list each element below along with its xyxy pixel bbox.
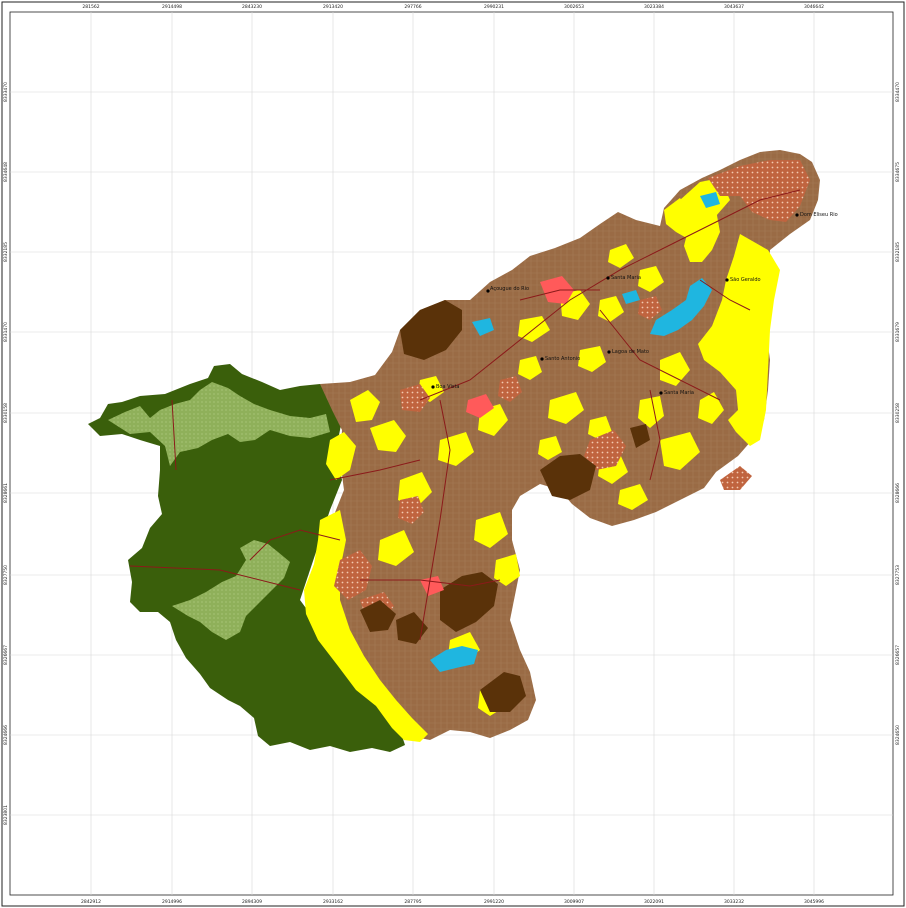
tick-label: 8328661 <box>3 483 9 503</box>
tick-label: 8324666 <box>3 725 9 745</box>
place-marker: Santa Maria <box>606 275 641 281</box>
place-marker: Lagoa de Mato <box>607 349 649 355</box>
tick-label: 8334648 <box>3 162 9 182</box>
tick-label: 2894309 <box>242 899 262 905</box>
place-label: Boa Vista <box>436 384 459 390</box>
tick-label: 8326667 <box>3 645 9 665</box>
place-marker: Boa Vista <box>431 384 459 390</box>
tick-label: 2990231 <box>484 4 504 10</box>
right-tick-labels: 8334470 8334675 8332185 8331679 8330258 … <box>895 82 901 745</box>
tick-label: 3002653 <box>564 4 584 10</box>
tick-label: 8323801 <box>3 805 9 825</box>
tick-label: 8328666 <box>895 483 901 503</box>
place-marker: Santo Antonio <box>540 356 580 362</box>
tick-label: 3046642 <box>804 4 824 10</box>
tick-label: 8327753 <box>895 565 901 585</box>
place-marker: Santa Maria <box>659 390 694 396</box>
tick-label: 2842912 <box>81 899 101 905</box>
tick-label: 8334675 <box>895 162 901 182</box>
tick-label: 8332185 <box>3 242 9 262</box>
place-marker: Açougue do Rio <box>486 286 529 293</box>
tick-label: 3043637 <box>724 4 744 10</box>
tick-label: 3022091 <box>644 899 664 905</box>
place-label: Dom Eliseu Rio <box>800 212 838 218</box>
tick-label: 3033232 <box>724 899 744 905</box>
place-label: Lagoa de Mato <box>612 349 649 355</box>
tick-label: 297766 <box>404 4 421 10</box>
tick-label: 8330258 <box>895 403 901 423</box>
tick-label: 2991220 <box>484 899 504 905</box>
tick-label: 8334470 <box>895 82 901 102</box>
tick-label: 8326657 <box>895 645 901 665</box>
tick-label: 281562 <box>82 4 99 10</box>
place-marker: Dom Eliseu Rio <box>795 212 838 218</box>
tick-label: 2914996 <box>162 899 182 905</box>
tick-label: 3045996 <box>804 899 824 905</box>
place-label: Açougue do Rio <box>490 286 529 292</box>
tick-label: 2913420 <box>323 4 343 10</box>
tick-label: 8331470 <box>3 322 9 342</box>
land-use-map: Dom Eliseu Rio São Geraldo Santa Maria A… <box>1 1 905 907</box>
tick-label: 2933162 <box>323 899 343 905</box>
tick-label: 8333470 <box>3 82 9 102</box>
place-marker: São Geraldo <box>725 277 761 283</box>
place-label: São Geraldo <box>730 277 761 283</box>
place-label: Santo Antonio <box>545 356 580 362</box>
place-label: Santa Maria <box>611 275 641 281</box>
tick-label: 8331679 <box>895 322 901 342</box>
tick-label: 8332185 <box>895 242 901 262</box>
place-label: Santa Maria <box>664 390 694 396</box>
tick-label: 8330158 <box>3 403 9 423</box>
tick-label: 2843230 <box>242 4 262 10</box>
tick-label: 2914498 <box>162 4 182 10</box>
tick-label: 3023384 <box>644 4 664 10</box>
tick-label: 8324650 <box>895 725 901 745</box>
tick-label: 8327750 <box>3 565 9 585</box>
tick-label: 3009907 <box>564 899 584 905</box>
tick-label: 287795 <box>404 899 421 905</box>
